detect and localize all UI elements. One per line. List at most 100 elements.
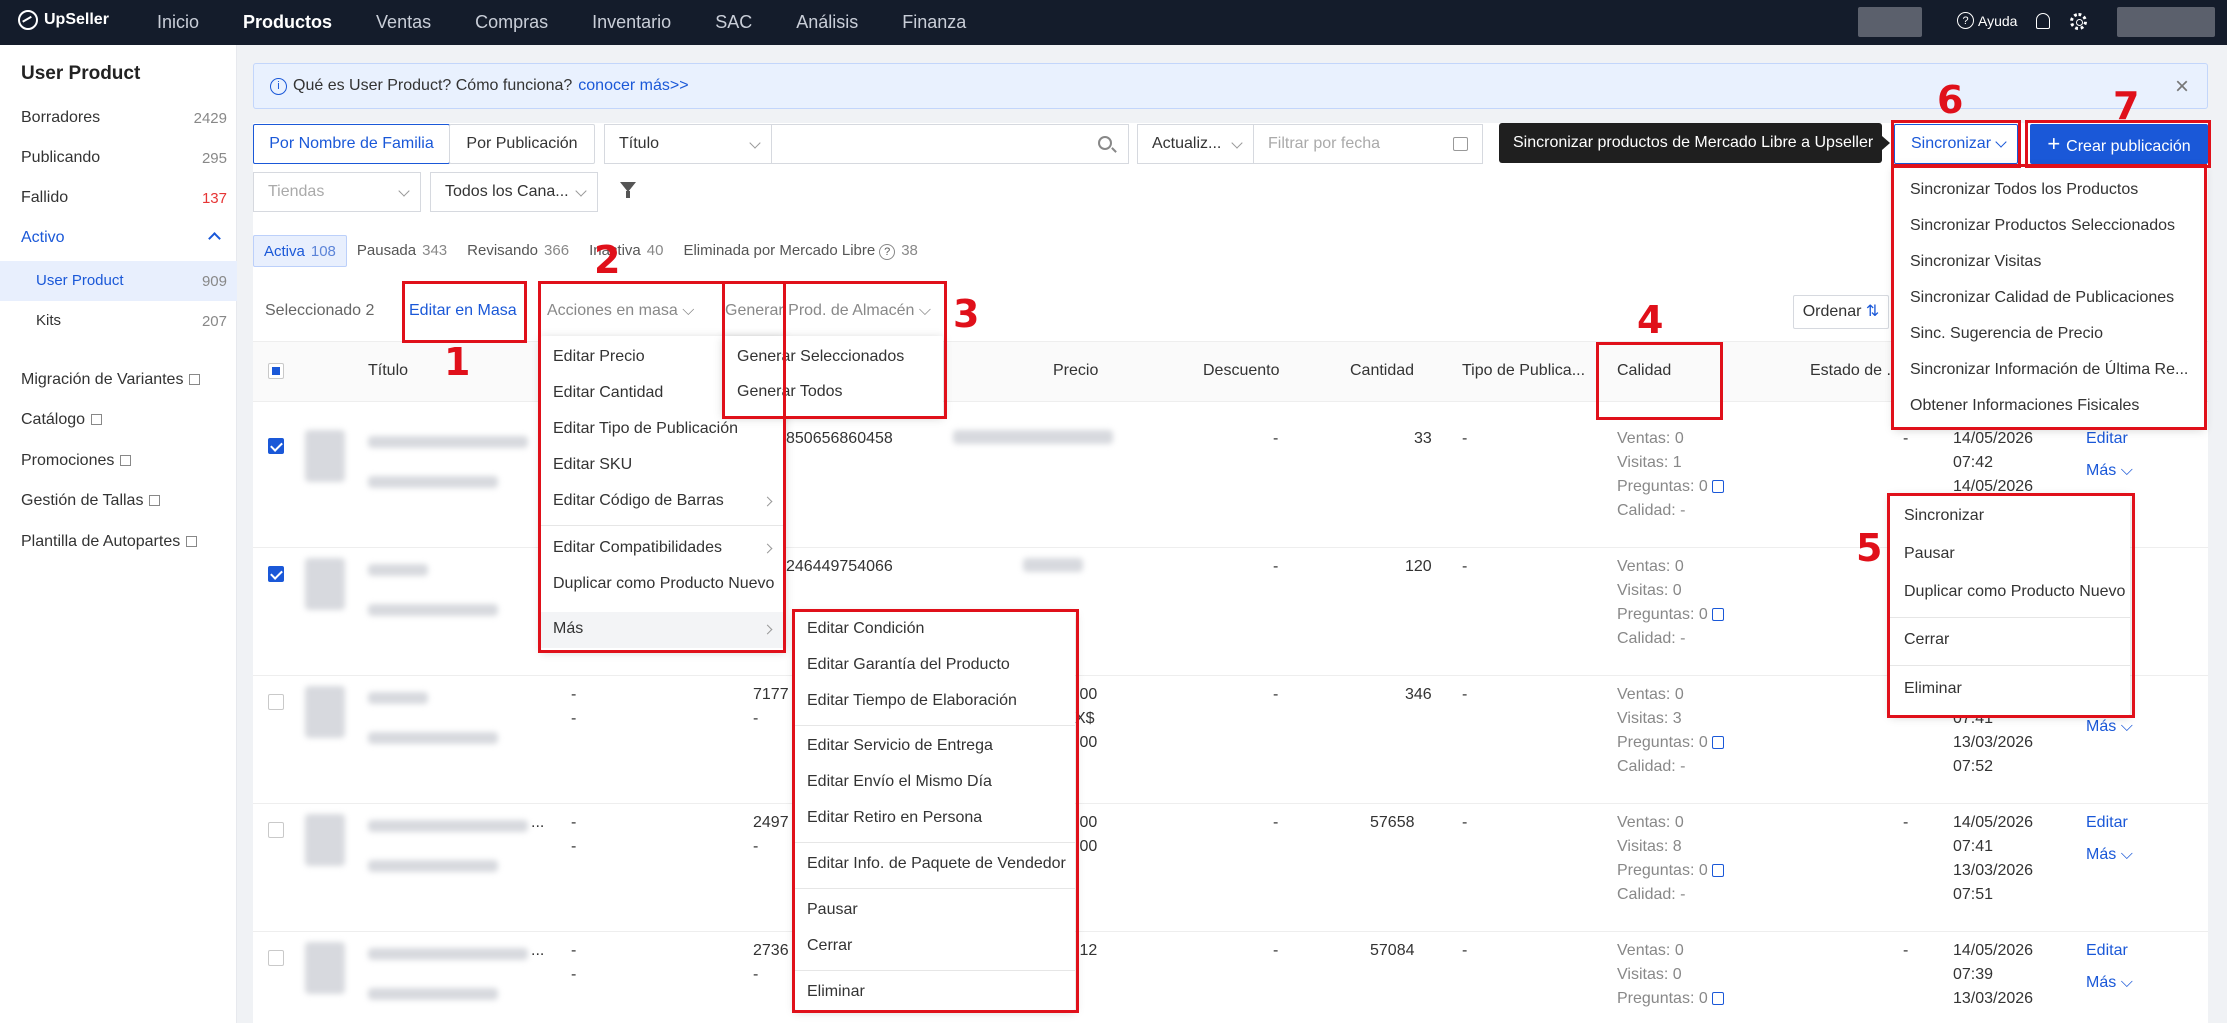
- external-link-icon: [149, 495, 161, 506]
- gear-icon[interactable]: [2070, 13, 2087, 30]
- help-link[interactable]: ? Ayuda: [1957, 12, 2017, 29]
- sidebar-item-migracion[interactable]: Migración de Variantes: [0, 360, 237, 400]
- store-selector[interactable]: [1858, 7, 1922, 37]
- external-link-icon: [186, 536, 198, 547]
- more-dropdown[interactable]: Más ⌵: [2086, 462, 2133, 480]
- bell-icon[interactable]: [2036, 13, 2050, 29]
- annotation-box-4: [1596, 342, 1723, 420]
- questions-icon[interactable]: [1711, 992, 1724, 1005]
- header-listing-type[interactable]: Tipo de Publica...: [1462, 362, 1585, 380]
- search-input[interactable]: [771, 124, 1129, 164]
- annotation-number-5: 5: [1856, 526, 1883, 570]
- questions-icon[interactable]: [1711, 864, 1724, 877]
- product-thumbnail: [305, 942, 345, 994]
- sidebar-item-user-product[interactable]: User Product 909: [0, 261, 237, 301]
- calendar-icon: [1453, 137, 1468, 151]
- row-checkbox[interactable]: [268, 950, 284, 966]
- row-checkbox[interactable]: [268, 822, 284, 838]
- questions-icon[interactable]: [1711, 480, 1724, 493]
- more-dropdown[interactable]: Más ⌵: [2086, 846, 2133, 864]
- annotation-number-3: 3: [953, 292, 980, 336]
- sidebar-title: User Product: [21, 63, 141, 84]
- annotation-box-6: [1891, 120, 2021, 168]
- more-dropdown[interactable]: Más ⌵: [2086, 974, 2133, 992]
- sidebar-item-borradores[interactable]: Borradores 2429: [0, 98, 237, 138]
- product-thumbnail: [305, 558, 345, 610]
- nav-productos[interactable]: Productos: [243, 0, 332, 45]
- annotation-box-3: [722, 281, 947, 419]
- user-account[interactable]: [2117, 7, 2215, 37]
- learn-more-link[interactable]: conocer más>>: [578, 77, 688, 95]
- product-title[interactable]: [368, 692, 428, 704]
- close-icon[interactable]: ×: [2175, 73, 2189, 101]
- search-icon[interactable]: [1098, 136, 1112, 150]
- more-dropdown[interactable]: Más ⌵: [2086, 718, 2133, 736]
- top-navigation-bar: UpSeller Inicio Productos Ventas Compras…: [0, 0, 2227, 45]
- tab-pausada[interactable]: Pausada 343: [347, 235, 457, 267]
- chevron-down-icon: [749, 137, 761, 149]
- sync-tooltip: Sincronizar productos de Mercado Libre a…: [1499, 123, 1890, 163]
- product-link[interactable]: [368, 604, 498, 616]
- product-link[interactable]: [368, 988, 498, 1000]
- edit-link[interactable]: Editar: [2086, 814, 2128, 832]
- sidebar-item-catalogo[interactable]: Catálogo: [0, 400, 237, 440]
- nav-compras[interactable]: Compras: [475, 0, 548, 45]
- upseller-logo[interactable]: UpSeller: [18, 10, 109, 30]
- header-title[interactable]: Título: [368, 362, 408, 380]
- product-link[interactable]: [368, 732, 498, 744]
- sidebar-item-promociones[interactable]: Promociones: [0, 441, 237, 481]
- sidebar-item-fallido[interactable]: Fallido 137: [0, 178, 237, 218]
- sidebar-item-publicando[interactable]: Publicando 295: [0, 138, 237, 178]
- sidebar-item-tallas[interactable]: Gestión de Tallas: [0, 481, 237, 521]
- nav-sac[interactable]: SAC: [715, 0, 752, 45]
- nav-inventario[interactable]: Inventario: [592, 0, 671, 45]
- filter-by-publication[interactable]: Por Publicación: [449, 124, 595, 164]
- select-all-checkbox[interactable]: [268, 363, 284, 379]
- filter-icon[interactable]: [620, 182, 636, 198]
- tab-eliminada[interactable]: Eliminada por Mercado Libre? 38: [673, 235, 927, 267]
- header-quantity[interactable]: Cantidad: [1350, 362, 1414, 380]
- question-icon: ?: [1957, 12, 1974, 29]
- nav-finanza[interactable]: Finanza: [902, 0, 966, 45]
- nav-analisis[interactable]: Análisis: [796, 0, 858, 45]
- stores-select[interactable]: Tiendas: [253, 172, 421, 212]
- date-filter-input[interactable]: Filtrar por fecha: [1253, 124, 1483, 164]
- header-discount[interactable]: Descuento: [1203, 362, 1280, 380]
- product-title[interactable]: [368, 436, 528, 448]
- nav-inicio[interactable]: Inicio: [157, 0, 199, 45]
- product-price: [1023, 558, 1083, 572]
- sidebar-item-autopartes[interactable]: Plantilla de Autopartes: [0, 522, 237, 562]
- external-link-icon: [120, 455, 132, 466]
- sort-icon: ⇅: [1865, 303, 1880, 320]
- product-link[interactable]: [368, 860, 498, 872]
- chevron-down-icon: [575, 185, 587, 197]
- sort-button[interactable]: Ordenar ⇅: [1793, 295, 1889, 329]
- header-status[interactable]: Estado de ...: [1810, 362, 1900, 380]
- edit-link[interactable]: Editar: [2086, 430, 2128, 448]
- row-checkbox[interactable]: [268, 438, 284, 454]
- product-title[interactable]: [368, 948, 528, 960]
- edit-link[interactable]: Editar: [2086, 942, 2128, 960]
- field-select[interactable]: Título: [604, 124, 772, 164]
- chevron-down-icon: ⌵: [2120, 462, 2133, 479]
- product-link[interactable]: [368, 476, 498, 488]
- row-checkbox[interactable]: [268, 566, 284, 582]
- product-title[interactable]: [368, 564, 428, 576]
- questions-icon[interactable]: [1711, 608, 1724, 621]
- row-checkbox[interactable]: [268, 694, 284, 710]
- chevron-down-icon: ⌵: [2120, 718, 2133, 735]
- item-id: 246449754066: [786, 558, 893, 575]
- header-price[interactable]: Precio: [1053, 362, 1098, 380]
- tab-revisando[interactable]: Revisando 366: [457, 235, 579, 267]
- channels-select[interactable]: Todos los Cana...: [430, 172, 598, 212]
- chevron-down-icon: [398, 185, 410, 197]
- product-title[interactable]: [368, 820, 528, 832]
- date-type-select[interactable]: Actualiz...: [1137, 124, 1254, 164]
- nav-ventas[interactable]: Ventas: [376, 0, 431, 45]
- sidebar-item-kits[interactable]: Kits 207: [0, 301, 237, 341]
- filter-by-family[interactable]: Por Nombre de Familia: [253, 124, 450, 164]
- questions-icon[interactable]: [1711, 736, 1724, 749]
- product-thumbnail: [305, 814, 345, 866]
- tab-activa[interactable]: Activa 108: [253, 235, 347, 267]
- sidebar-item-activo[interactable]: Activo: [0, 218, 237, 258]
